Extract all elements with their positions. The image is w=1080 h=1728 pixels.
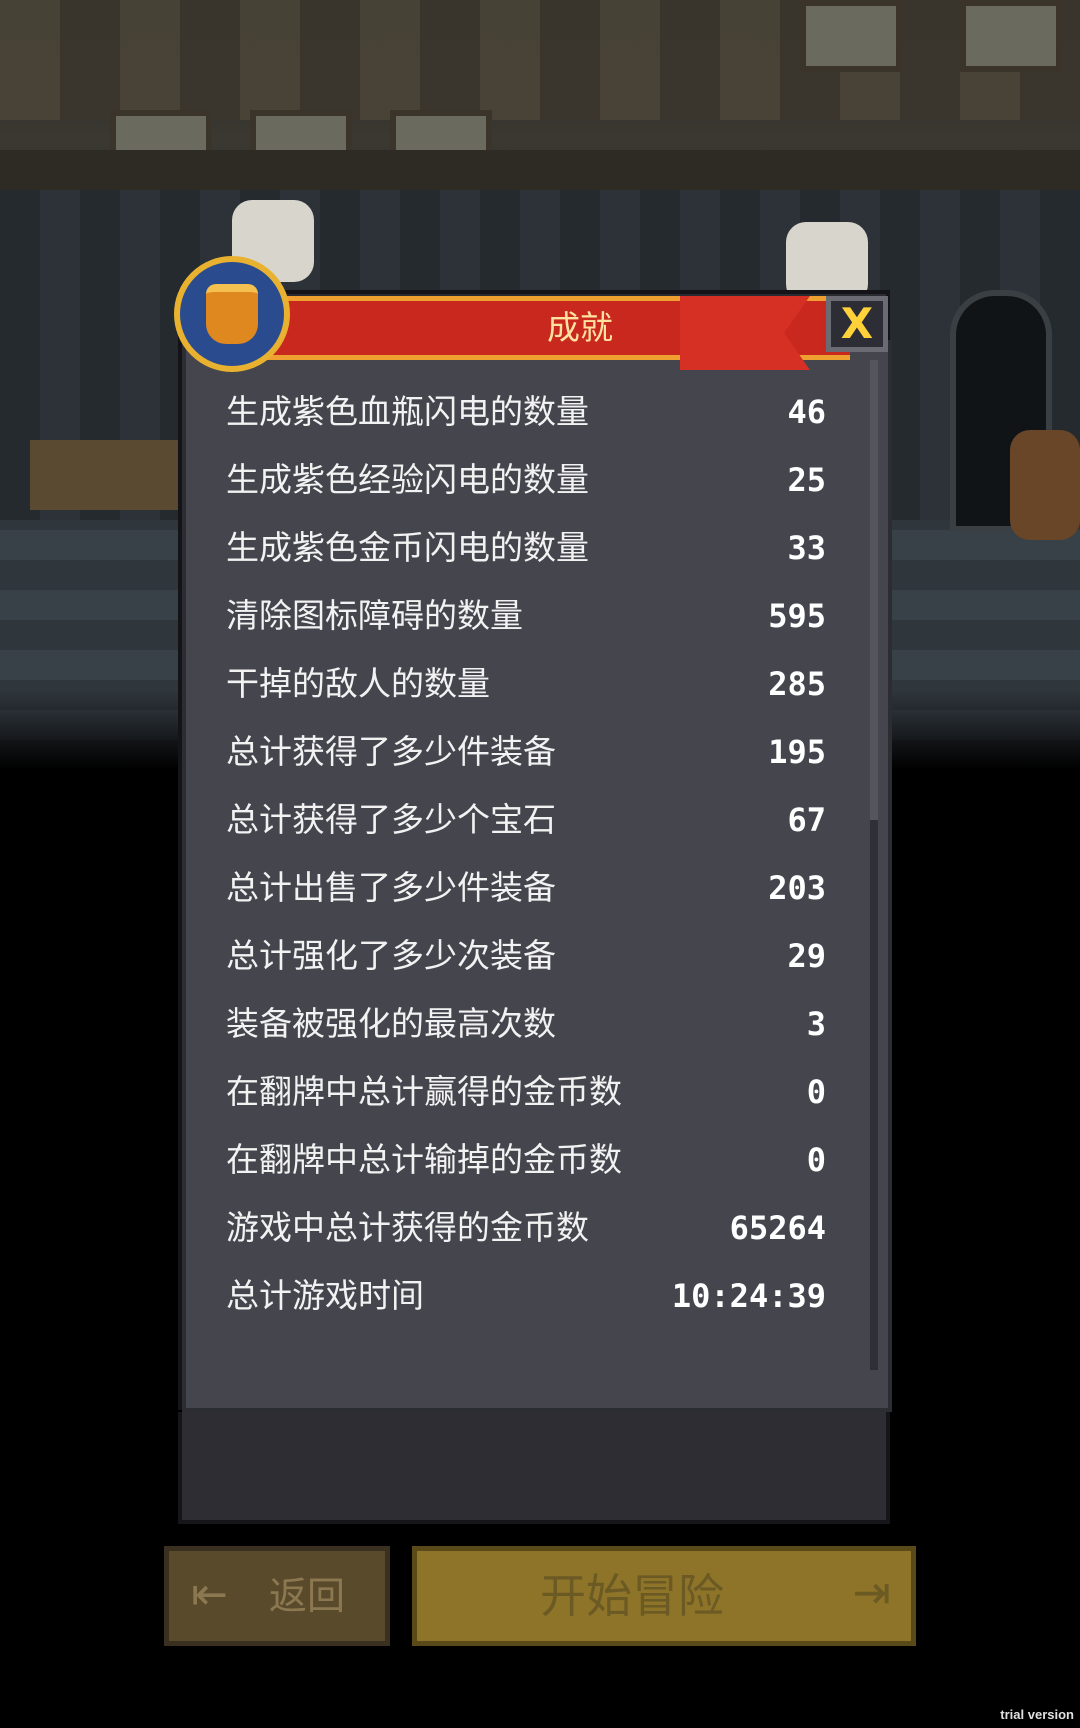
stat-value: 195	[768, 733, 826, 771]
stat-label: 游戏中总计获得的金币数	[226, 1208, 589, 1247]
stat-label: 总计游戏时间	[226, 1276, 424, 1315]
stat-value: 0	[806, 1073, 826, 1111]
watermark: trial version	[1000, 1707, 1074, 1722]
stat-row: 总计游戏时间 10:24:39	[226, 1266, 826, 1326]
enter-arrow-icon: ⇥	[852, 1565, 891, 1619]
stat-row: 干掉的敌人的数量 285	[226, 654, 826, 714]
window	[960, 0, 1062, 72]
stat-label: 生成紫色血瓶闪电的数量	[226, 392, 589, 431]
stat-row: 总计获得了多少件装备 195	[226, 722, 826, 782]
start-adventure-button[interactable]: 开始冒险 ⇥	[412, 1546, 916, 1646]
stat-label: 总计获得了多少件装备	[226, 732, 556, 771]
stat-value: 29	[787, 937, 826, 975]
achievement-pot-icon	[174, 256, 290, 372]
stat-label: 总计强化了多少次装备	[226, 936, 556, 975]
stat-value: 0	[806, 1141, 826, 1179]
stat-label: 干掉的敌人的数量	[226, 664, 490, 703]
stat-row: 游戏中总计获得的金币数 65264	[226, 1198, 826, 1258]
stat-row: 在翻牌中总计输掉的金币数 0	[226, 1130, 826, 1190]
barrel	[1010, 430, 1080, 540]
stat-label: 生成紫色金币闪电的数量	[226, 528, 589, 567]
stat-label: 清除图标障碍的数量	[226, 596, 523, 635]
scrollbar-thumb[interactable]	[870, 360, 878, 820]
stat-value: 203	[768, 869, 826, 907]
stat-value: 285	[768, 665, 826, 703]
stat-value: 33	[787, 529, 826, 567]
stat-row: 装备被强化的最高次数 3	[226, 994, 826, 1054]
stat-value: 595	[768, 597, 826, 635]
stat-label: 在翻牌中总计输掉的金币数	[226, 1140, 622, 1179]
stat-value: 46	[787, 393, 826, 431]
stat-row: 总计强化了多少次装备 29	[226, 926, 826, 986]
stat-value: 65264	[729, 1209, 826, 1247]
stat-value: 3	[806, 1005, 826, 1043]
stat-label: 生成紫色经验闪电的数量	[226, 460, 589, 499]
stat-row: 清除图标障碍的数量 595	[226, 586, 826, 646]
scrollbar[interactable]	[870, 360, 878, 1370]
stat-value: 67	[787, 801, 826, 839]
stat-label: 总计获得了多少个宝石	[226, 800, 556, 839]
stat-value: 10:24:39	[671, 1277, 826, 1315]
stat-label: 总计出售了多少件装备	[226, 868, 556, 907]
panel-footer	[178, 1412, 890, 1524]
stat-row: 生成紫色经验闪电的数量 25	[226, 450, 826, 510]
stat-label: 在翻牌中总计赢得的金币数	[226, 1072, 622, 1111]
panel-title: 成就	[547, 308, 613, 347]
roof	[0, 0, 1080, 120]
back-button[interactable]: ⇤ 返回	[164, 1546, 390, 1646]
window	[800, 0, 902, 72]
pot-shape	[206, 284, 258, 344]
stat-row: 在翻牌中总计赢得的金币数 0	[226, 1062, 826, 1122]
back-button-label: 返回	[269, 1574, 346, 1618]
exit-arrow-icon: ⇤	[191, 1569, 228, 1620]
stat-row: 生成紫色血瓶闪电的数量 46	[226, 382, 826, 442]
close-icon: X	[840, 299, 874, 348]
stat-row: 生成紫色金币闪电的数量 33	[226, 518, 826, 578]
title-bar: 成就	[250, 296, 850, 370]
stat-value: 25	[787, 461, 826, 499]
close-button[interactable]: X	[826, 296, 888, 352]
beam	[0, 150, 1080, 190]
start-button-label: 开始冒险	[540, 1569, 724, 1623]
stat-row: 总计获得了多少个宝石 67	[226, 790, 826, 850]
stat-label: 装备被强化的最高次数	[226, 1004, 556, 1043]
stats-list[interactable]: 生成紫色攻击闪电的数量 29 生成紫色血瓶闪电的数量 46 生成紫色经验闪电的数…	[182, 340, 892, 1412]
stat-row: 总计出售了多少件装备 203	[226, 858, 826, 918]
shop-counter	[30, 440, 180, 510]
